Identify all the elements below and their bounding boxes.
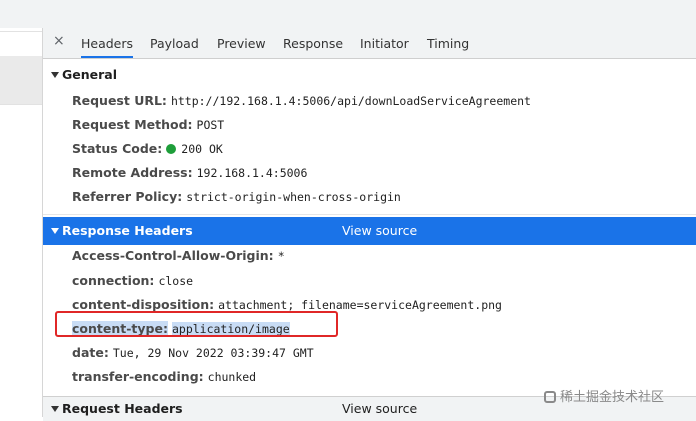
header-row-request-method: Request Method: POST bbox=[72, 115, 224, 135]
expand-triangle-icon bbox=[51, 406, 59, 412]
close-icon[interactable]: × bbox=[53, 33, 65, 49]
header-key: Referrer Policy: bbox=[72, 189, 183, 204]
watermark-text: 稀土掘金技术社区 bbox=[560, 390, 665, 405]
header-value: Tue, 29 Nov 2022 03:39:47 GMT bbox=[112, 346, 314, 360]
expand-triangle-icon bbox=[51, 72, 59, 78]
header-row-status-code: Status Code: 200 OK bbox=[72, 139, 223, 159]
header-value: * bbox=[277, 249, 285, 263]
details-tab-bar: × Headers Payload Preview Response Initi… bbox=[43, 28, 696, 59]
tab-payload[interactable]: Payload bbox=[150, 28, 199, 58]
tab-response[interactable]: Response bbox=[283, 28, 343, 58]
header-row-access-control: Access-Control-Allow-Origin: * bbox=[72, 246, 285, 266]
header-key: transfer-encoding: bbox=[72, 369, 204, 384]
header-key: Status Code: bbox=[72, 141, 163, 156]
juejin-logo-icon bbox=[544, 391, 556, 403]
header-key: Request URL: bbox=[72, 93, 167, 108]
header-value: attachment; filename=serviceAgreement.pn… bbox=[218, 298, 502, 312]
header-value: POST bbox=[196, 118, 225, 132]
header-value: 200 OK bbox=[181, 142, 223, 156]
headers-panel: General Request URL: http://192.168.1.4:5… bbox=[43, 59, 696, 421]
tab-initiator[interactable]: Initiator bbox=[360, 28, 409, 58]
header-row-remote-address: Remote Address: 192.168.1.4:5006 bbox=[72, 163, 307, 183]
header-key: content-disposition: bbox=[72, 297, 215, 312]
header-row-request-url: Request URL: http://192.168.1.4:5006/api/… bbox=[72, 91, 531, 111]
request-list-divider bbox=[0, 104, 42, 105]
tab-timing[interactable]: Timing bbox=[427, 28, 469, 58]
header-key: Request Method: bbox=[72, 117, 193, 132]
tab-headers[interactable]: Headers bbox=[81, 28, 134, 58]
header-key: Access-Control-Allow-Origin: bbox=[72, 248, 274, 263]
header-row-date: date: Tue, 29 Nov 2022 03:39:47 GMT bbox=[72, 343, 314, 363]
header-key: Remote Address: bbox=[72, 165, 193, 180]
header-value: http://192.168.1.4:5006/api/downLoadServ… bbox=[170, 94, 531, 108]
general-title: General bbox=[62, 67, 117, 82]
tab-preview[interactable]: Preview bbox=[217, 28, 266, 58]
header-key: date: bbox=[72, 345, 109, 360]
view-source-link[interactable]: View source bbox=[342, 397, 417, 421]
header-value: 192.168.1.4:5006 bbox=[196, 166, 308, 180]
general-section-header[interactable]: General bbox=[43, 61, 696, 89]
watermark: 稀土掘金技术社区 bbox=[544, 386, 664, 405]
request-list-divider bbox=[0, 31, 42, 32]
header-value: strict-origin-when-cross-origin bbox=[186, 190, 401, 204]
status-ok-dot-icon bbox=[166, 144, 177, 154]
header-value: chunked bbox=[207, 370, 257, 384]
header-row-referrer-policy: Referrer Policy: strict-origin-when-cross… bbox=[72, 187, 401, 207]
expand-triangle-icon bbox=[51, 228, 59, 234]
view-source-link[interactable]: View source bbox=[342, 217, 417, 245]
devtools-top-strip bbox=[0, 0, 696, 29]
request-headers-title: Request Headers bbox=[62, 401, 183, 416]
response-headers-title: Response Headers bbox=[62, 223, 193, 238]
request-list-selected-row[interactable] bbox=[0, 56, 42, 104]
section-divider bbox=[43, 214, 696, 215]
header-row-transfer-encoding: transfer-encoding: chunked bbox=[72, 367, 256, 387]
response-headers-section-header[interactable]: Response Headers View source bbox=[43, 217, 696, 245]
highlight-box bbox=[55, 311, 338, 337]
header-value: close bbox=[158, 274, 194, 288]
header-key: connection: bbox=[72, 273, 155, 288]
header-row-connection: connection: close bbox=[72, 271, 193, 291]
